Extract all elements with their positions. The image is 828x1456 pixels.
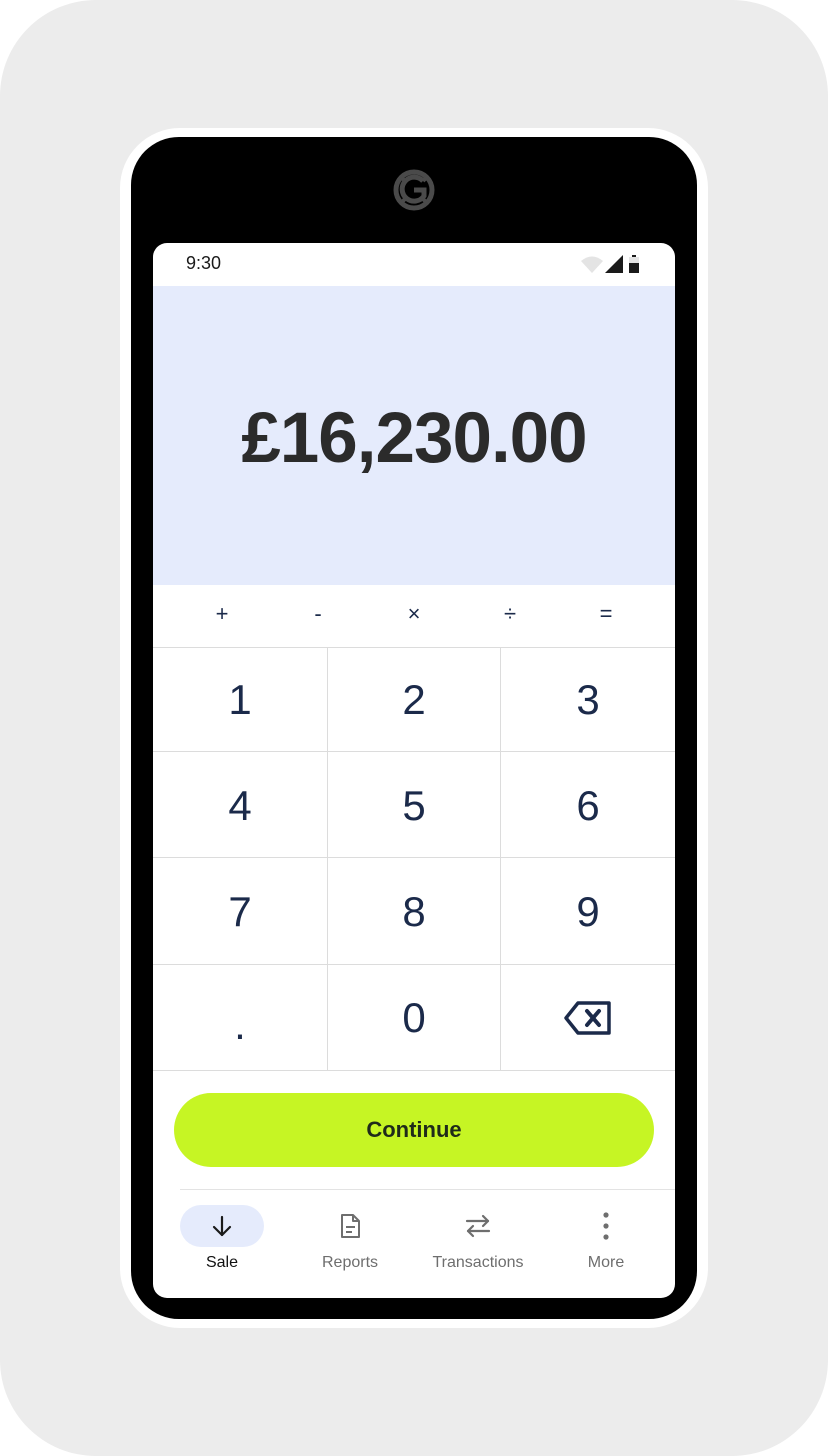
key-0[interactable]: 0 (327, 965, 501, 1071)
minus-button[interactable]: - (298, 601, 338, 631)
key-8[interactable]: 8 (327, 859, 501, 965)
nav-icon-holder (308, 1205, 392, 1247)
nav-active-pill (180, 1205, 264, 1247)
keypad-divider (153, 857, 675, 858)
nav-label-sale: Sale (205, 1254, 239, 1271)
nav-item-sale[interactable]: Sale (158, 1203, 286, 1283)
more-vertical-icon (603, 1212, 609, 1240)
amount-display-panel: £16,230.00 (153, 286, 675, 585)
keypad-divider (153, 964, 675, 965)
equals-button[interactable]: = (586, 601, 626, 631)
key-decimal[interactable]: . (153, 965, 327, 1071)
amount-display: £16,230.00 (241, 399, 587, 478)
key-3[interactable]: 3 (501, 647, 675, 753)
keypad-divider (153, 1070, 675, 1071)
operator-row: + - × ÷ = (153, 585, 675, 648)
key-6[interactable]: 6 (501, 753, 675, 859)
backspace-button[interactable] (501, 965, 675, 1071)
nav-divider (180, 1189, 675, 1190)
key-9[interactable]: 9 (501, 859, 675, 965)
continue-button[interactable]: Continue (174, 1093, 654, 1167)
document-icon (341, 1214, 360, 1238)
key-1[interactable]: 1 (153, 647, 327, 753)
key-4[interactable]: 4 (153, 753, 327, 859)
screen: 9:30 £16,230.00 + - × ÷ = 1 2 3 4 5 6 7 … (153, 243, 675, 1298)
nav-icon-holder (436, 1205, 520, 1247)
key-7[interactable]: 7 (153, 859, 327, 965)
key-5[interactable]: 5 (327, 753, 501, 859)
nav-item-reports[interactable]: Reports (286, 1203, 414, 1283)
keypad-divider (500, 647, 501, 1071)
backspace-icon (564, 1001, 611, 1035)
nav-item-more[interactable]: More (542, 1203, 670, 1283)
keypad-divider (327, 647, 328, 1071)
nav-label-transactions: Transactions (432, 1254, 524, 1271)
battery-icon (629, 255, 639, 273)
nav-icon-holder (564, 1205, 648, 1247)
nav-label-reports: Reports (321, 1254, 379, 1271)
nav-item-transactions[interactable]: Transactions (414, 1203, 542, 1283)
brand-logo-icon (393, 169, 435, 211)
status-icons (581, 255, 639, 273)
multiply-button[interactable]: × (394, 601, 434, 631)
arrow-down-icon (212, 1215, 232, 1237)
nav-label-more: More (587, 1254, 625, 1271)
keypad: 1 2 3 4 5 6 7 8 9 . 0 (153, 647, 675, 1071)
plus-button[interactable]: + (202, 601, 242, 631)
key-2[interactable]: 2 (327, 647, 501, 753)
wifi-icon (581, 256, 603, 273)
swap-arrows-icon (465, 1214, 491, 1238)
cellular-signal-icon (605, 255, 623, 273)
status-time: 9:30 (186, 253, 222, 273)
keypad-divider (153, 751, 675, 752)
divide-button[interactable]: ÷ (490, 601, 530, 631)
status-bar: 9:30 (153, 243, 675, 286)
